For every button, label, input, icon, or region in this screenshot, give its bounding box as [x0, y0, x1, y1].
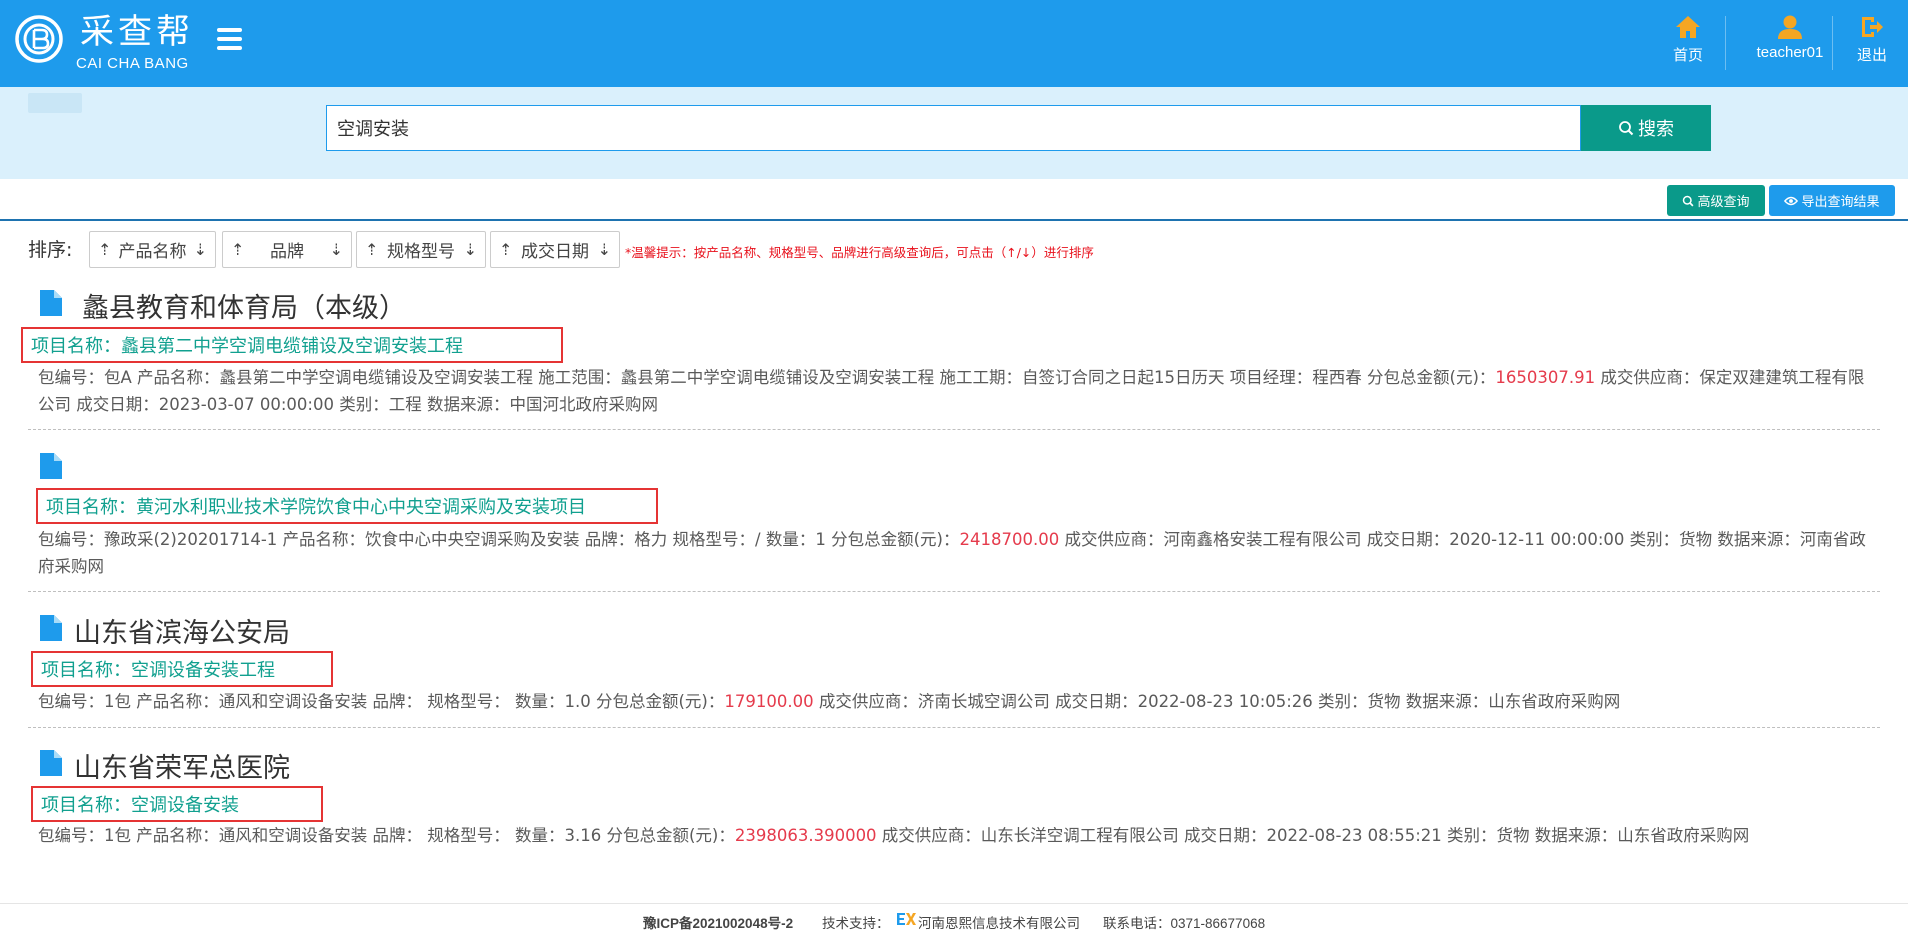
sort-button-label: 品牌 [270, 242, 304, 262]
nav-user-button[interactable]: teacher01 [1734, 14, 1846, 70]
result-divider [28, 727, 1880, 728]
package-amount: 1650307.91 [1495, 368, 1596, 387]
sort-up-icon[interactable]: ⇡ [231, 240, 244, 259]
eye-icon [1784, 196, 1799, 205]
page-footer: 豫ICP备2021002048号-2 技术支持： 河南恩熙信息技术有限公司 联系… [0, 903, 1908, 936]
sort-hint: *温馨提示：按产品名称、规格型号、品牌进行高级查询后，可点击（↑/↓）进行排序 [625, 245, 1094, 260]
contact-phone: 联系电话：0371-86677068 [1103, 916, 1266, 931]
nav-exit-label: 退出 [1856, 47, 1887, 64]
search-button[interactable]: 搜索 [1581, 105, 1711, 151]
menu-toggle-icon[interactable] [217, 28, 242, 50]
result-detail: 包编号：1包 产品名称：通风和空调设备安装 品牌： 规格型号： 数量：3.16 … [38, 826, 1750, 845]
logo-icon [15, 15, 63, 63]
logo-text-cn: 采查帮 [80, 12, 194, 52]
logout-icon [1862, 17, 1883, 37]
search-button-label: 搜索 [1638, 119, 1674, 140]
project-name-link[interactable]: 项目名称：空调设备安装 [31, 786, 323, 822]
sort-button-label: 产品名称 [118, 242, 187, 262]
document-icon [40, 750, 62, 776]
sort-brand-button[interactable]: ⇡ 品牌 ⇣ [222, 231, 352, 268]
sort-spec-button[interactable]: ⇡ 规格型号 ⇣ [356, 231, 486, 268]
support-company: 河南恩熙信息技术有限公司 [918, 916, 1080, 931]
project-name-link[interactable]: 项目名称：空调设备安装工程 [31, 651, 333, 687]
icp-record-link[interactable]: 豫ICP备2021002048号-2 [643, 912, 793, 932]
top-header: 采查帮 CAI CHA BANG 首页 teacher01 退出 [0, 0, 1908, 87]
nav-home-label: 首页 [1672, 47, 1703, 64]
sort-deal-date-button[interactable]: ⇡ 成交日期 ⇣ [490, 231, 620, 268]
search-input[interactable] [326, 105, 1581, 151]
advanced-search-label: 高级查询 [1697, 195, 1750, 210]
home-icon [1676, 16, 1700, 38]
support-label: 技术支持： [822, 916, 890, 931]
package-amount: 2398063.390000 [734, 826, 877, 845]
sort-down-icon[interactable]: ⇣ [330, 240, 343, 259]
org-title: 蠡县教育和体育局（本级） [82, 293, 406, 324]
result-detail: 包编号：1包 产品名称：通风和空调设备安装 品牌： 规格型号： 数量：1.0 分… [38, 692, 1621, 711]
org-title: 山东省滨海公安局 [74, 618, 290, 649]
document-icon [40, 453, 62, 479]
advanced-search-button[interactable]: 高级查询 [1667, 185, 1765, 216]
package-amount: 179100.00 [724, 692, 814, 711]
sort-label: 排序: [28, 239, 73, 261]
logo-text-en: CAI CHA BANG [76, 55, 189, 72]
export-results-button[interactable]: 导出查询结果 [1769, 185, 1895, 216]
sort-down-icon[interactable]: ⇣ [464, 240, 477, 259]
result-toolbar: 高级查询 导出查询结果 [0, 179, 1908, 221]
nav-divider [1725, 16, 1726, 70]
package-amount: 2418700.00 [959, 530, 1060, 549]
sort-down-icon[interactable]: ⇣ [194, 240, 207, 259]
sort-product-name-button[interactable]: ⇡ 产品名称 ⇣ [89, 231, 216, 268]
sort-up-icon[interactable]: ⇡ [98, 240, 111, 259]
user-icon [1778, 15, 1802, 39]
nav-home-button[interactable]: 首页 [1670, 14, 1706, 70]
sort-up-icon[interactable]: ⇡ [499, 240, 512, 259]
result-detail: 包编号：包A 产品名称：蠡县第二中学空调电缆铺设及空调安装工程 施工范围：蠡县第… [38, 368, 1865, 414]
search-icon [1683, 195, 1694, 206]
sort-down-icon[interactable]: ⇣ [598, 240, 611, 259]
faint-placeholder-block [28, 93, 82, 113]
document-icon [40, 615, 62, 641]
org-title: 山东省荣军总医院 [74, 753, 290, 784]
nav-divider [1832, 16, 1833, 70]
company-logo-icon [896, 911, 916, 930]
nav-user-label: teacher01 [1756, 44, 1824, 61]
project-name-link[interactable]: 项目名称：黄河水利职业技术学院饮食中心中央空调采购及安装项目 [36, 488, 658, 524]
document-icon [40, 290, 62, 316]
project-name-link[interactable]: 项目名称：蠡县第二中学空调电缆铺设及空调安装工程 [21, 327, 563, 363]
result-divider [28, 429, 1880, 430]
result-detail: 包编号：豫政采(2)20201714-1 产品名称：饮食中心中央空调采购及安装 … [38, 530, 1866, 576]
result-divider [28, 591, 1880, 592]
sort-button-label: 规格型号 [387, 242, 455, 262]
export-results-label: 导出查询结果 [1801, 195, 1880, 210]
sort-up-icon[interactable]: ⇡ [365, 240, 378, 259]
sort-button-label: 成交日期 [521, 242, 589, 262]
search-icon [1619, 121, 1634, 136]
search-area: 搜索 [0, 87, 1908, 179]
nav-exit-button[interactable]: 退出 [1852, 14, 1892, 70]
